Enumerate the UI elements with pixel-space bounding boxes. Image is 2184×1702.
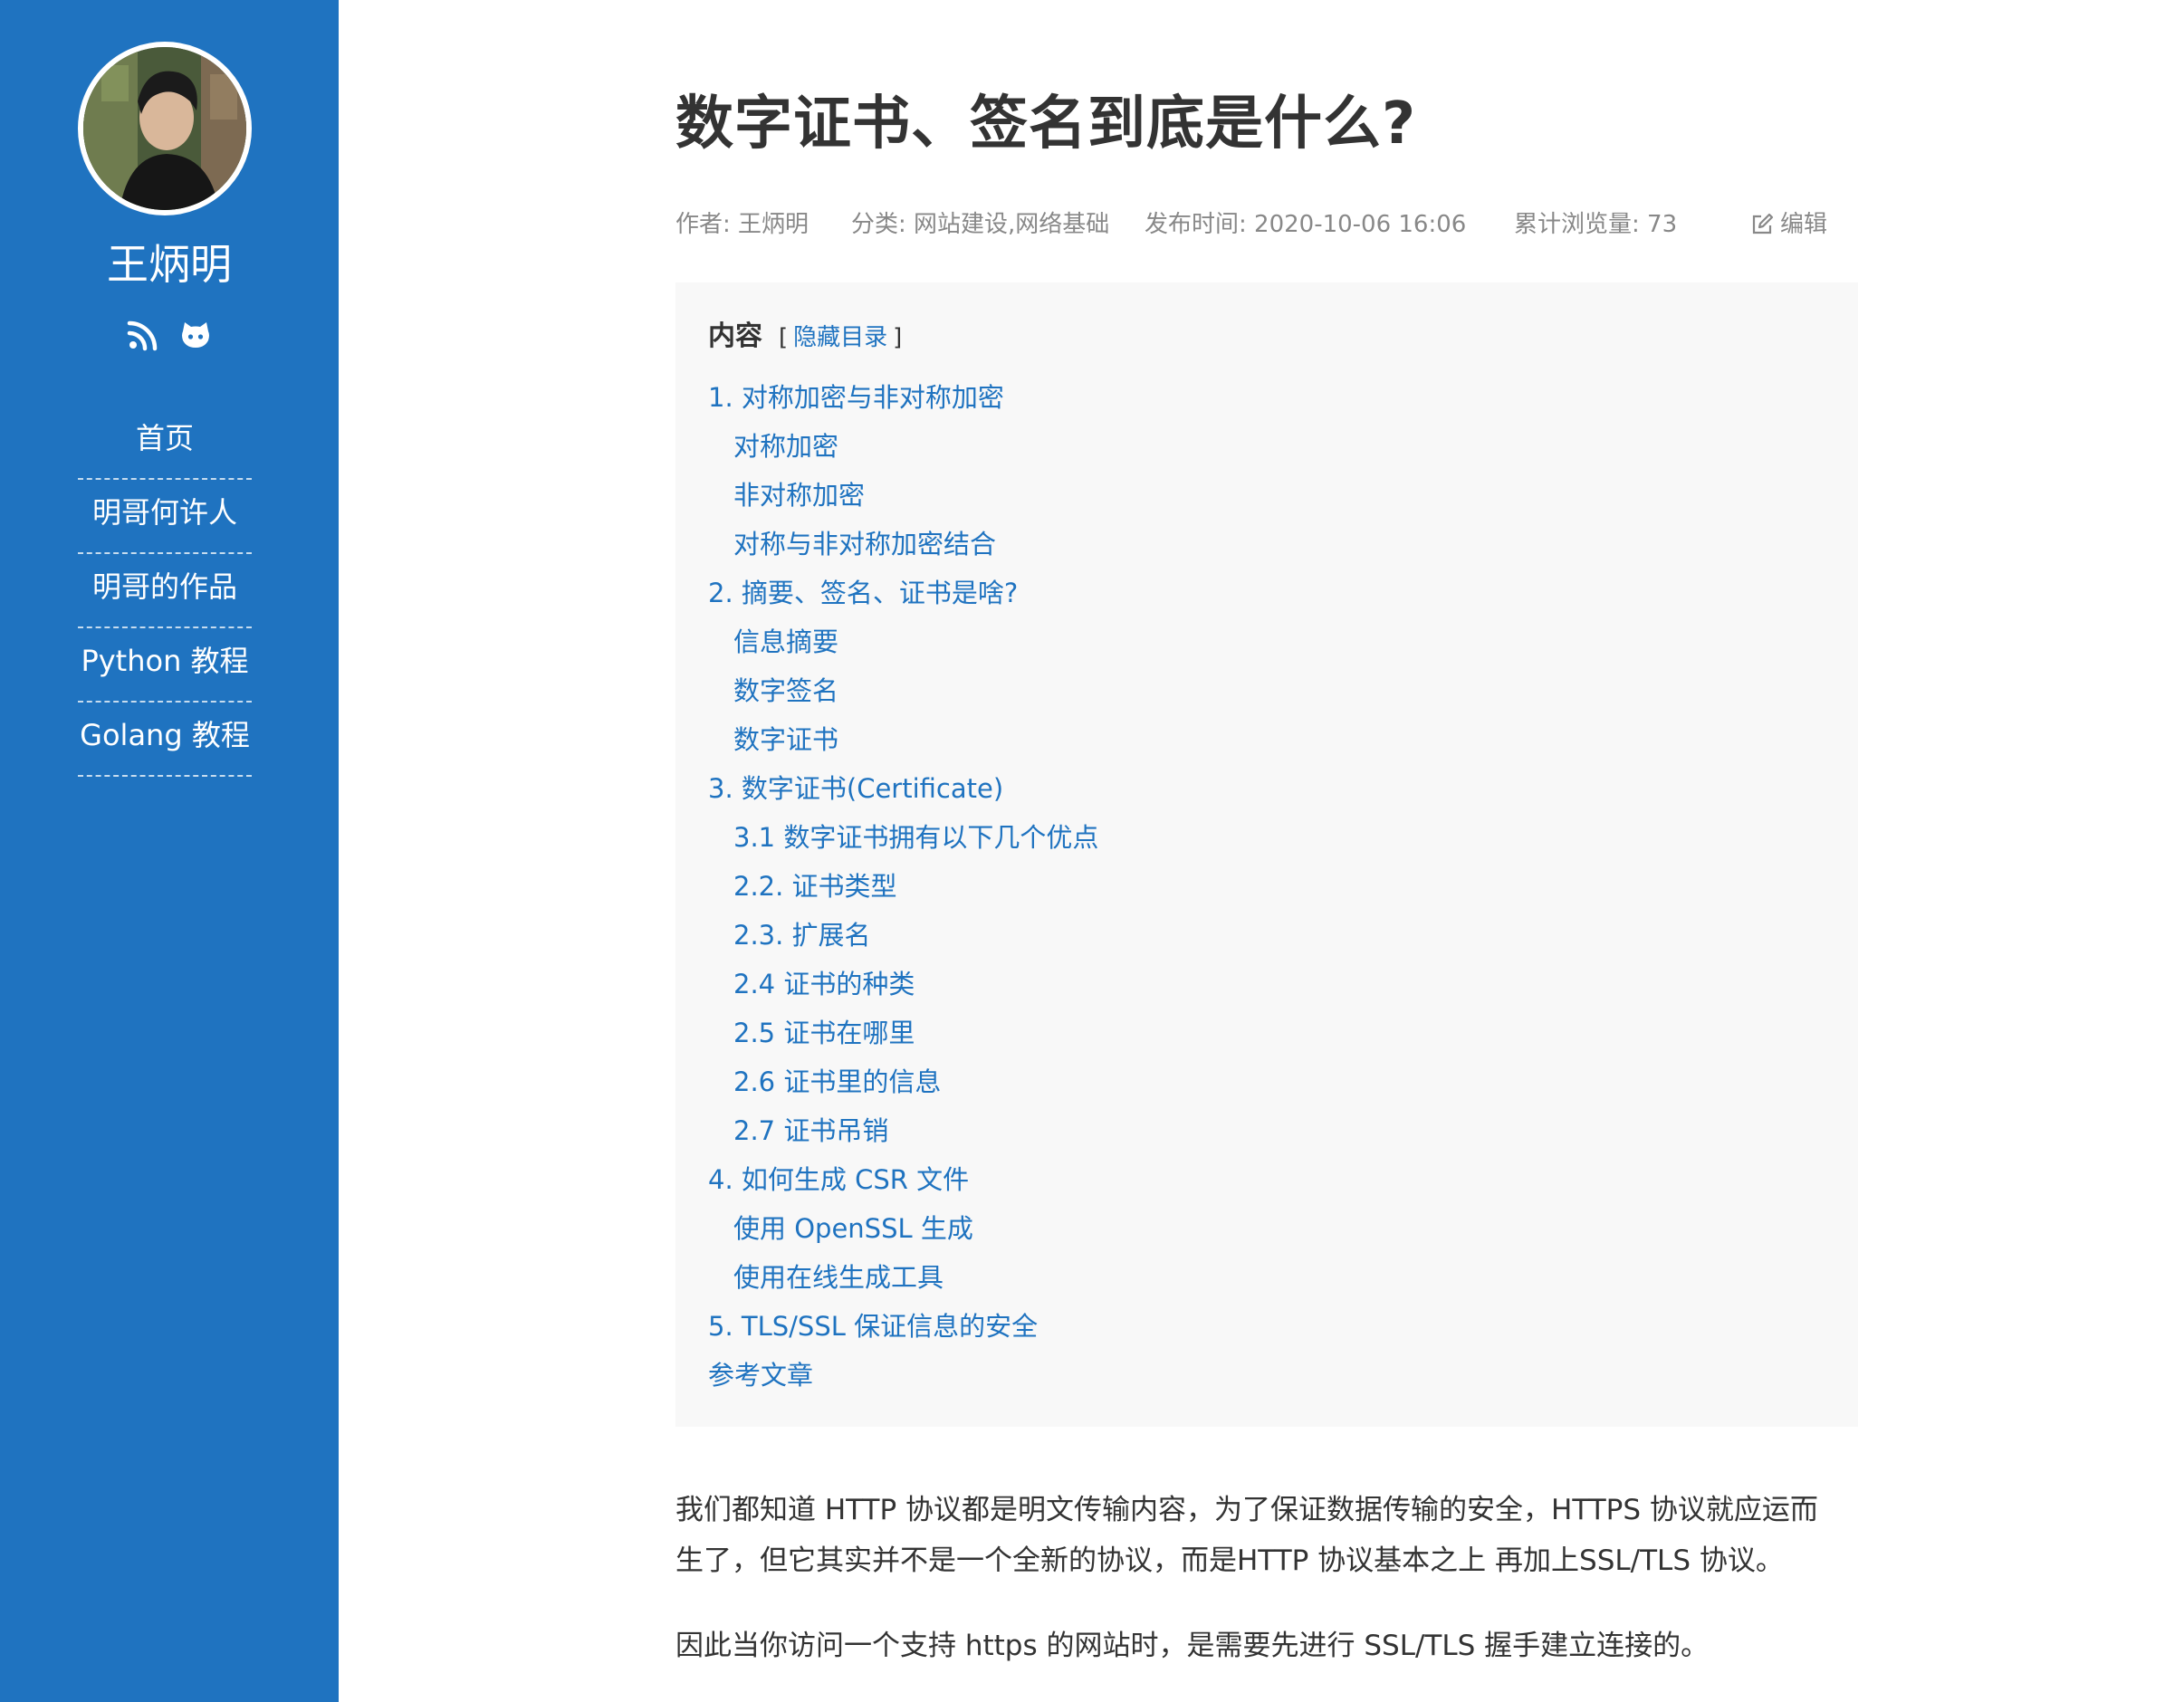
sidebar: 王炳明 首页 明哥何许人 明哥的作品 Python 教程 Golang 教程 (0, 0, 339, 1702)
toc-item[interactable]: 3. 数字证书(Certificate) (708, 764, 1098, 813)
toc-item[interactable]: 3.1 数字证书拥有以下几个优点 (708, 813, 1098, 862)
article-body: 我们都知道 HTTP 协议都是明文传输内容，为了保证数据传输的安全，HTTPS … (675, 1485, 1858, 1671)
meta-author: 作者: 王炳明 (675, 211, 809, 238)
toc-item[interactable]: 数字证书 (708, 715, 1098, 764)
rss-icon[interactable] (127, 319, 159, 351)
nav-item-python-tutorial[interactable]: Python 教程 (78, 628, 252, 703)
toc-item[interactable]: 1. 对称加密与非对称加密 (708, 373, 1098, 422)
site-name[interactable]: 王炳明 (0, 237, 339, 292)
toc-item[interactable]: 2.4 证书的种类 (708, 960, 1098, 1009)
nav-item-home[interactable]: 首页 (78, 406, 252, 480)
body-line: 我们都知道 HTTP 协议都是明文传输内容，为了保证数据传输的安全，HTTPS … (675, 1494, 1818, 1526)
avatar-photo (83, 47, 246, 210)
body-line: 生了，但它其实并不是一个全新的协议，而是HTTP 协议基本之上 再加上SSL/T… (675, 1544, 1784, 1577)
toc-item[interactable]: 5. TLS/SSL 保证信息的安全 (708, 1302, 1098, 1351)
avatar[interactable] (78, 42, 252, 215)
sidebar-nav: 首页 明哥何许人 明哥的作品 Python 教程 Golang 教程 (78, 406, 252, 777)
meta-views: 累计浏览量: 73 (1514, 211, 1678, 238)
edit-icon (1752, 213, 1774, 234)
edit-label[interactable]: 编辑 (1780, 208, 1827, 241)
toc-item[interactable]: 数字签名 (708, 666, 1098, 715)
toc-item[interactable]: 使用在线生成工具 (708, 1253, 1098, 1302)
nav-item-works[interactable]: 明哥的作品 (78, 554, 252, 628)
toc-item[interactable]: 对称与非对称加密结合 (708, 520, 1098, 569)
nav-item-about[interactable]: 明哥何许人 (78, 480, 252, 554)
toc-list: 1. 对称加密与非对称加密 对称加密 非对称加密 对称与非对称加密结合 2. 摘… (708, 373, 1098, 1400)
toc-item[interactable]: 2.6 证书里的信息 (708, 1057, 1098, 1106)
meta-published: 发布时间: 2020-10-06 16:06 (1145, 211, 1467, 238)
github-icon[interactable] (179, 319, 212, 351)
toc-bracket-open: [ (779, 324, 789, 351)
toc-header: 内容 [隐藏目录] (708, 319, 902, 356)
toc-heading: 内容 (708, 320, 762, 352)
edit-link[interactable]: 编辑 (1749, 208, 1827, 241)
toc-item[interactable]: 2.2. 证书类型 (708, 862, 1098, 911)
toc-item[interactable]: 使用 OpenSSL 生成 (708, 1204, 1098, 1253)
article-title: 数字证书、签名到底是什么? (675, 91, 1417, 158)
body-line: 因此当你访问一个支持 https 的网站时，是需要先进行 SSL/TLS 握手建… (675, 1630, 1710, 1662)
toc-item[interactable]: 2.7 证书吊销 (708, 1106, 1098, 1155)
table-of-contents: 内容 [隐藏目录] 1. 对称加密与非对称加密 对称加密 非对称加密 对称与非对称… (675, 282, 1858, 1427)
toc-bracket-close: ] (893, 324, 903, 351)
nav-item-golang-tutorial[interactable]: Golang 教程 (78, 703, 252, 777)
toc-item[interactable]: 信息摘要 (708, 617, 1098, 666)
toc-item[interactable]: 2. 摘要、签名、证书是啥? (708, 569, 1098, 617)
meta-category[interactable]: 分类: 网站建设,网络基础 (851, 208, 1109, 241)
toc-item[interactable]: 参考文章 (708, 1351, 1098, 1400)
toc-item[interactable]: 2.5 证书在哪里 (708, 1009, 1098, 1057)
toc-item[interactable]: 非对称加密 (708, 471, 1098, 520)
toc-item[interactable]: 对称加密 (708, 422, 1098, 471)
toc-item[interactable]: 2.3. 扩展名 (708, 911, 1098, 960)
toc-item[interactable]: 4. 如何生成 CSR 文件 (708, 1155, 1098, 1204)
toc-toggle[interactable]: 隐藏目录 (793, 324, 887, 351)
social-links (0, 319, 339, 351)
